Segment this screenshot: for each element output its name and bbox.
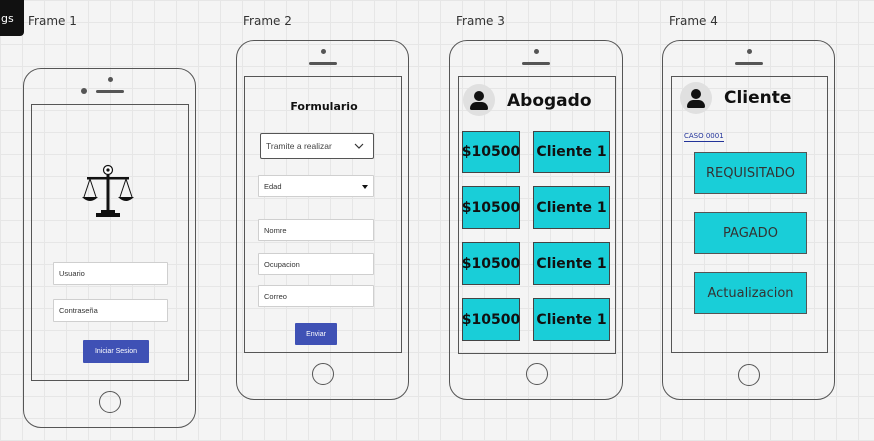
screen-frame-4: Cliente CASO 0001 REQUISITADO PAGADO Act… [671,76,828,353]
frame-label-4: Frame 4 [669,14,718,28]
amount-tile[interactable]: $10500 [462,242,520,285]
home-button[interactable] [526,363,548,385]
status-pagado-button[interactable]: PAGADO [694,212,807,254]
cliente-title: Cliente [724,88,792,108]
client-tile[interactable]: Cliente 1 [533,298,610,341]
nombre-field[interactable]: Nomre [258,219,374,241]
speaker-grille [735,62,763,65]
client-tile[interactable]: Cliente 1 [533,186,610,229]
speaker-grille [96,90,124,93]
frame-label-3: Frame 3 [456,14,505,28]
phone-frame-1: Usuario Contraseña Iniciar Sesion [23,68,196,428]
ocupacion-field[interactable]: Ocupacion [258,253,374,275]
app-logo-badge: gs [0,0,24,36]
phone-frame-2: Formulario Tramite a realizar Edad Nomre… [236,40,409,400]
client-tile[interactable]: Cliente 1 [533,242,610,285]
camera-dot [108,77,113,82]
client-tile[interactable]: Cliente 1 [533,131,610,173]
amount-tile[interactable]: $10500 [462,186,520,229]
speaker-grille [522,62,550,65]
home-button[interactable] [738,364,760,386]
phone-frame-4: Cliente CASO 0001 REQUISITADO PAGADO Act… [662,40,835,400]
frame-label-1: Frame 1 [28,14,77,28]
chevron-down-icon [354,143,364,149]
tramite-select-label: Tramite a realizar [266,141,332,151]
scales-of-justice-icon [82,164,134,217]
speaker-grille [309,62,337,65]
amount-tile[interactable]: $10500 [462,131,520,173]
status-actualizacion-button[interactable]: Actualizacion [694,272,807,314]
screen-frame-2: Formulario Tramite a realizar Edad Nomre… [244,76,402,353]
camera-dot [747,49,752,54]
camera-dot [534,49,539,54]
phone-frame-3: Abogado $10500 Cliente 1 $10500 Cliente … [449,40,623,400]
submit-button[interactable]: Enviar [295,323,337,345]
usuario-field[interactable]: Usuario [53,262,168,285]
home-button[interactable] [312,363,334,385]
correo-field[interactable]: Correo [258,285,374,307]
edad-select-label: Edad [264,181,282,191]
login-button[interactable]: Iniciar Sesion [83,340,149,363]
case-link[interactable]: CASO 0001 [684,132,724,142]
user-avatar-icon [463,84,495,116]
frame-label-2: Frame 2 [243,14,292,28]
screen-frame-3: Abogado $10500 Cliente 1 $10500 Cliente … [458,76,616,354]
screen-frame-1: Usuario Contraseña Iniciar Sesion [31,104,189,381]
user-avatar-icon [680,82,712,114]
amount-tile[interactable]: $10500 [462,298,520,341]
password-field[interactable]: Contraseña [53,299,168,322]
front-camera [81,88,87,94]
edad-select[interactable]: Edad [258,175,374,197]
status-requisitado-button[interactable]: REQUISITADO [694,152,807,194]
dropdown-arrow-icon [362,185,368,189]
abogado-title: Abogado [507,91,592,111]
camera-dot [321,49,326,54]
home-button[interactable] [99,391,121,413]
form-title: Formulario [290,100,358,113]
tramite-select[interactable]: Tramite a realizar [260,133,374,159]
